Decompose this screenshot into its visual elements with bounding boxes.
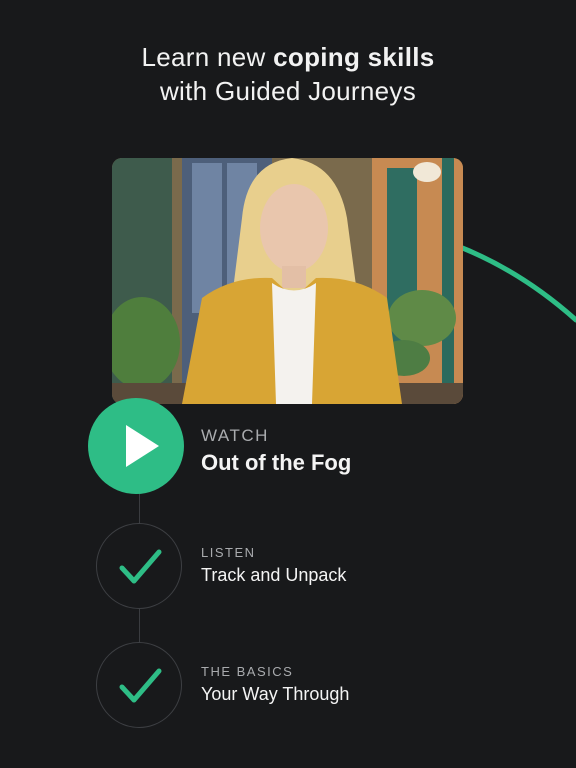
step-title: Track and Unpack bbox=[201, 565, 347, 585]
step-status-circle bbox=[96, 523, 182, 609]
step-title: Your Way Through bbox=[201, 684, 350, 704]
step-title: Out of the Fog bbox=[201, 450, 352, 475]
step-status-circle bbox=[96, 642, 182, 728]
step-kicker: THE BASICS bbox=[201, 664, 294, 679]
step-kicker: WATCH bbox=[201, 426, 269, 445]
play-button[interactable] bbox=[88, 398, 184, 494]
play-icon bbox=[126, 425, 159, 467]
step-kicker: LISTEN bbox=[201, 545, 256, 560]
video-scene bbox=[112, 158, 463, 404]
video-thumbnail[interactable] bbox=[112, 158, 463, 404]
checkmark-icon bbox=[119, 668, 162, 703]
checkmark-icon bbox=[119, 549, 162, 584]
